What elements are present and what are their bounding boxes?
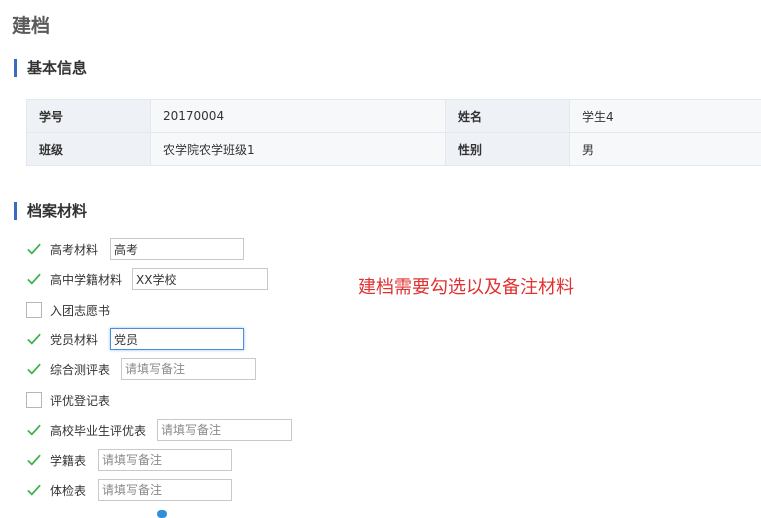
class-value: 农学院农学班级1 xyxy=(151,133,446,166)
check-mark-icon[interactable] xyxy=(26,482,42,498)
check-mark-icon[interactable] xyxy=(26,331,42,347)
annotation-note: 建档需要勾选以及备注材料 xyxy=(358,273,574,299)
remark-input-graduate-award[interactable] xyxy=(157,419,292,441)
empty-checkbox-icon[interactable] xyxy=(26,392,42,408)
check-mark-icon[interactable] xyxy=(26,241,42,257)
name-label: 姓名 xyxy=(446,100,570,133)
basic-info-table: 学号 20170004 姓名 学生4 班级 农学院农学班级1 性别 男 xyxy=(26,99,761,166)
check-mark-icon[interactable] xyxy=(26,361,42,377)
material-row-high-school-record: 高中学籍材料 xyxy=(26,268,132,290)
student-id-value: 20170004 xyxy=(151,100,446,133)
remark-input-student-status[interactable] xyxy=(98,449,232,471)
gender-value: 男 xyxy=(570,133,761,166)
table-row: 学号 20170004 姓名 学生4 xyxy=(27,100,761,133)
remark-input-high-school-record[interactable] xyxy=(132,268,268,290)
materials-section-title: 档案材料 xyxy=(14,202,87,220)
empty-checkbox-icon[interactable] xyxy=(26,302,42,318)
table-row: 班级 农学院农学班级1 性别 男 xyxy=(27,133,761,166)
scroll-indicator[interactable] xyxy=(157,510,167,518)
basic-info-section-title: 基本信息 xyxy=(14,59,87,77)
material-label: 高校毕业生评优表 xyxy=(50,422,146,439)
material-row-student-status: 学籍表 xyxy=(26,449,96,471)
material-row-comprehensive-evaluation: 综合测评表 xyxy=(26,358,120,380)
page-title: 建档 xyxy=(12,11,50,38)
gender-label: 性别 xyxy=(446,133,570,166)
name-value: 学生4 xyxy=(570,100,761,133)
material-row-party-member: 党员材料 xyxy=(26,328,108,350)
material-row-award-registration: 评优登记表 xyxy=(26,389,120,411)
material-label: 党员材料 xyxy=(50,331,98,348)
material-label: 入团志愿书 xyxy=(50,302,110,319)
class-label: 班级 xyxy=(27,133,151,166)
material-label: 评优登记表 xyxy=(50,392,110,409)
material-label: 综合测评表 xyxy=(50,361,110,378)
remark-input-medical-exam[interactable] xyxy=(98,479,232,501)
remark-input-gaokao[interactable] xyxy=(110,238,244,260)
remark-input-comprehensive-evaluation[interactable] xyxy=(121,358,256,380)
material-label: 学籍表 xyxy=(50,452,86,469)
material-label: 体检表 xyxy=(50,482,86,499)
material-row-medical-exam: 体检表 xyxy=(26,479,96,501)
material-row-graduate-award: 高校毕业生评优表 xyxy=(26,419,156,441)
check-mark-icon[interactable] xyxy=(26,452,42,468)
remark-input-party-member[interactable] xyxy=(110,328,244,350)
material-row-gaokao: 高考材料 xyxy=(26,238,108,260)
check-mark-icon[interactable] xyxy=(26,271,42,287)
material-row-league-application: 入团志愿书 xyxy=(26,299,120,321)
material-label: 高考材料 xyxy=(50,241,98,258)
student-id-label: 学号 xyxy=(27,100,151,133)
check-mark-icon[interactable] xyxy=(26,422,42,438)
material-label: 高中学籍材料 xyxy=(50,271,122,288)
